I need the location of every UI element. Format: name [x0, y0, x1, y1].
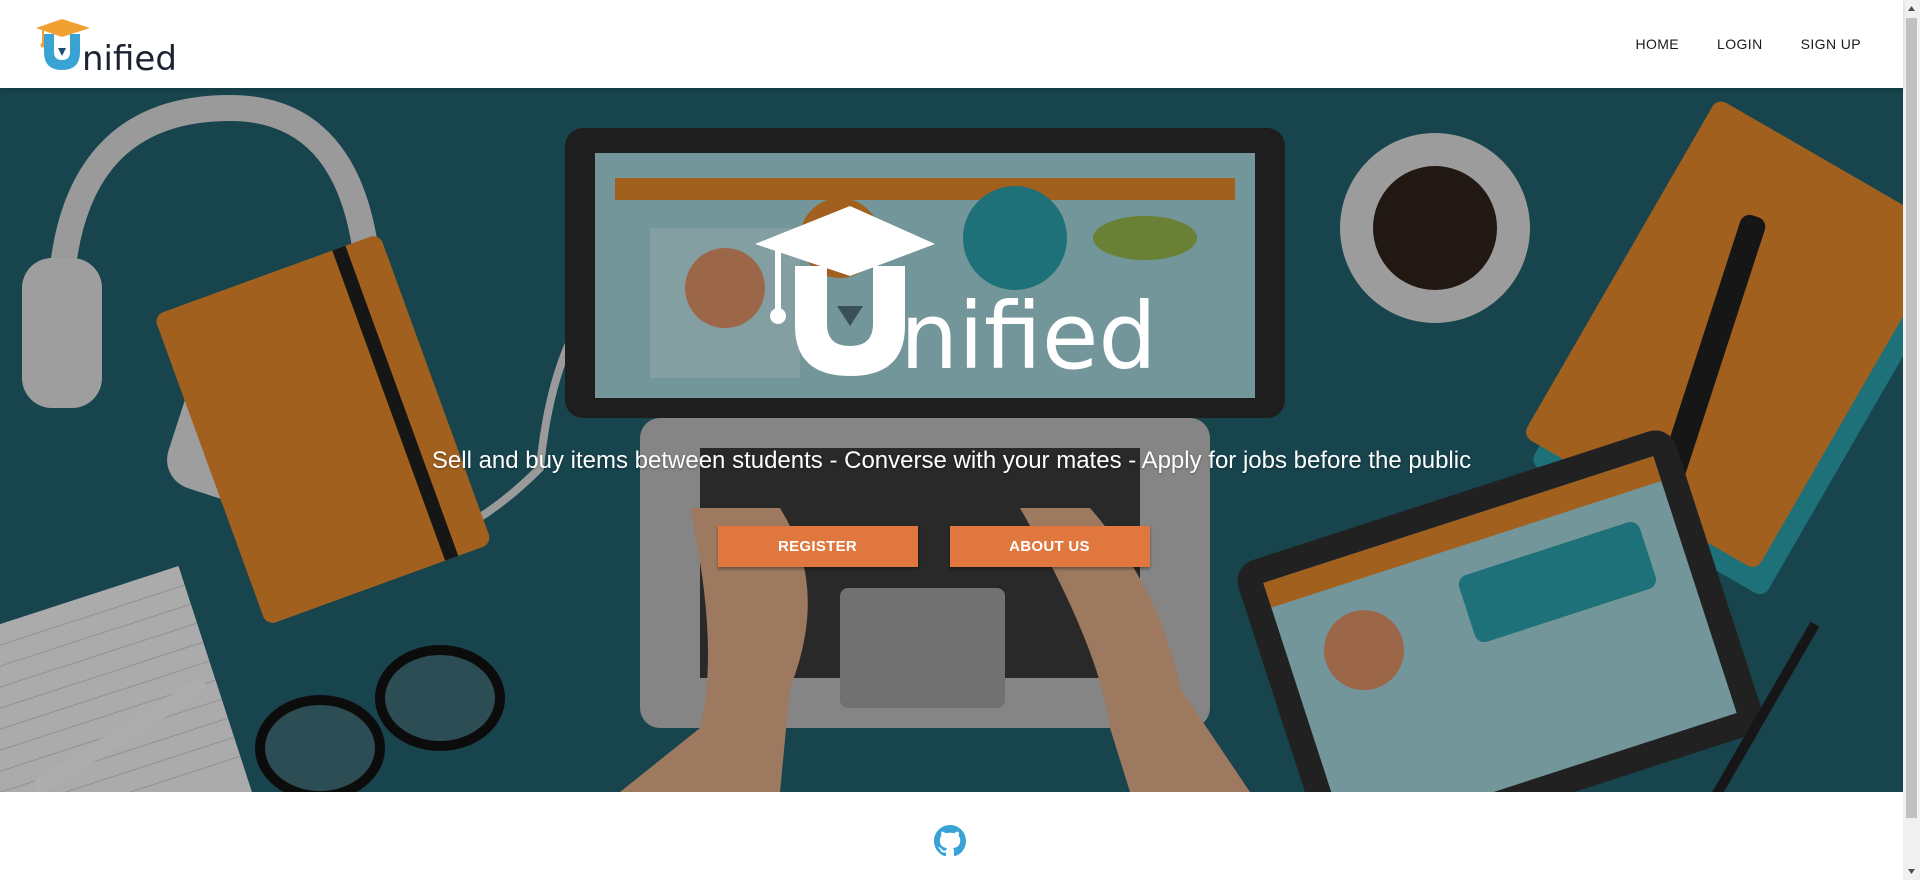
page-scrollbar[interactable] [1903, 0, 1920, 880]
register-button[interactable]: REGISTER [717, 526, 918, 567]
main-nav: HOME LOGIN SIGN UP [1635, 34, 1861, 54]
graduation-cap-icon [755, 206, 935, 276]
hero-unified-logo: nified [755, 206, 1157, 390]
about-us-button[interactable]: ABOUT US [949, 526, 1150, 567]
footer [0, 792, 1903, 880]
hero-section: nified Sell and buy items between studen… [0, 88, 1903, 792]
github-icon[interactable] [934, 825, 966, 857]
nav-login[interactable]: LOGIN [1717, 34, 1763, 54]
hero-buttons: REGISTER ABOUT US [0, 526, 1903, 567]
top-navbar: nified HOME LOGIN SIGN UP [0, 0, 1903, 88]
scroll-up-arrow-icon[interactable] [1903, 0, 1920, 17]
unified-logo[interactable]: nified [34, 16, 184, 79]
hero-tagline: Sell and buy items between students - Co… [431, 447, 1472, 474]
nav-home[interactable]: HOME [1635, 34, 1679, 54]
nav-signup[interactable]: SIGN UP [1801, 34, 1861, 54]
svg-text:nified: nified [82, 39, 177, 74]
svg-text:nified: nified [900, 283, 1155, 376]
hero-overlay [0, 88, 1903, 792]
scrollbar-thumb[interactable] [1906, 18, 1917, 818]
scroll-down-arrow-icon[interactable] [1903, 863, 1920, 880]
